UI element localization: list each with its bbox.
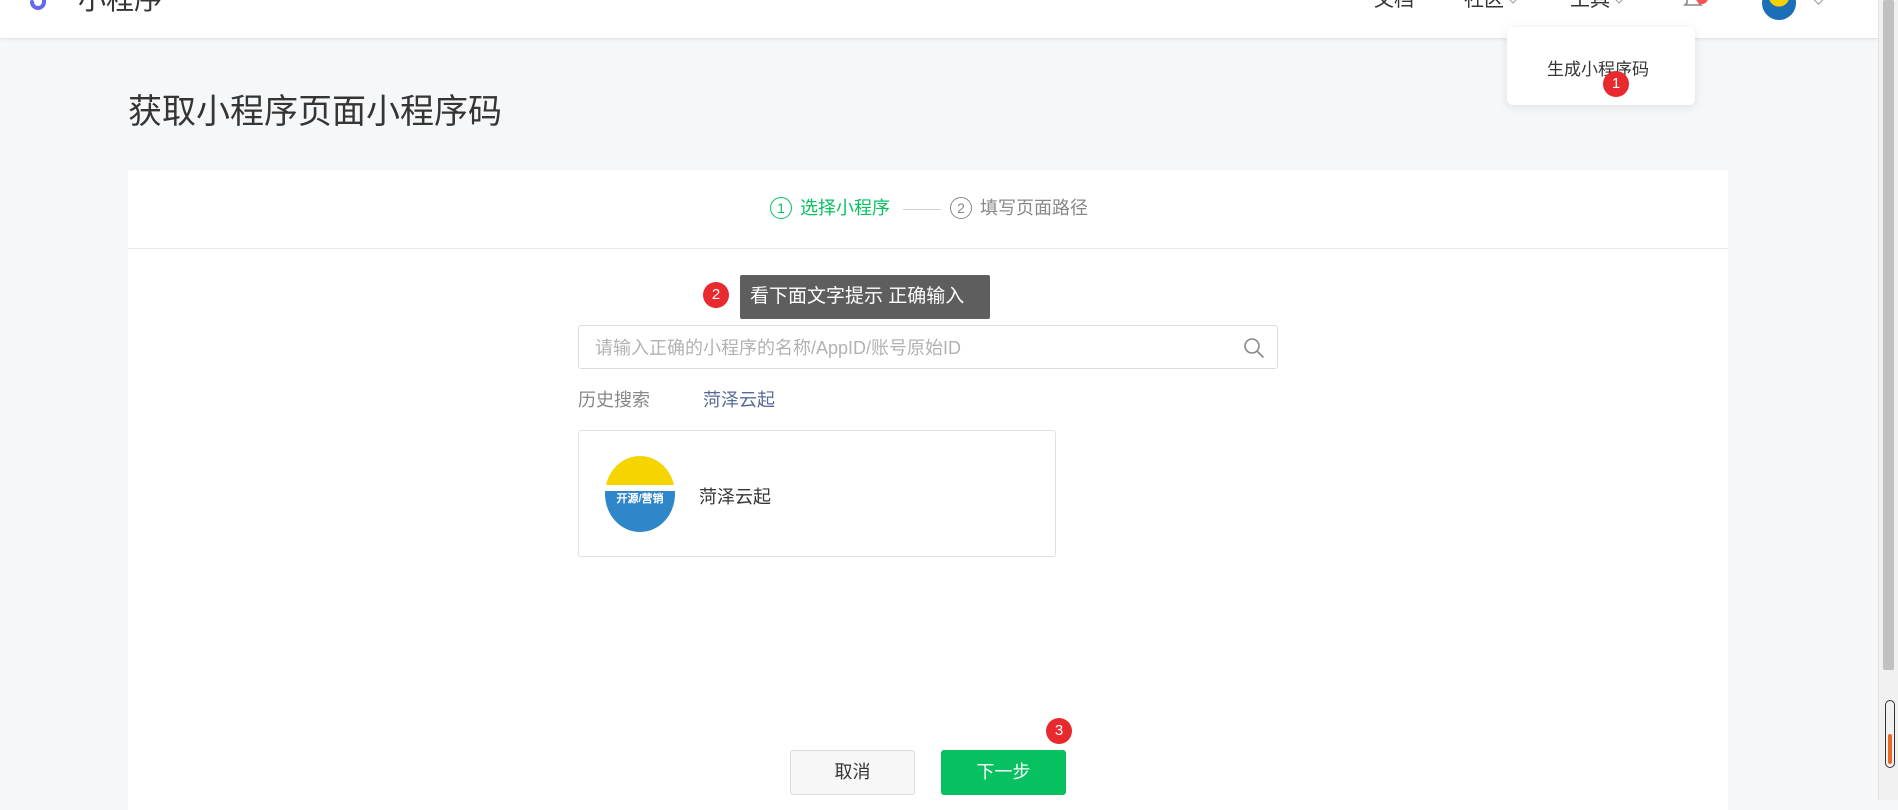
mini-scroll-fill xyxy=(1888,734,1892,764)
steps-indicator: 1 选择小程序 2 填写页面路径 xyxy=(128,170,1728,249)
page-scrollbar[interactable] xyxy=(1878,0,1898,800)
step-number: 2 xyxy=(950,197,972,219)
step-fill-page-path: 2 填写页面路径 xyxy=(950,196,1088,220)
nav-docs[interactable]: 文档 xyxy=(1374,0,1414,12)
menu-item-generate-qrcode[interactable]: 生成小程序码 xyxy=(1547,55,1649,80)
user-avatar[interactable] xyxy=(1762,0,1796,20)
chevron-down-icon xyxy=(1613,0,1625,4)
scrollbar-thumb[interactable] xyxy=(1883,0,1894,670)
chevron-down-icon[interactable] xyxy=(1812,0,1825,5)
search-box xyxy=(578,325,1278,369)
brand-title: 小程序 xyxy=(78,0,162,14)
nav-tools-label: 工具 xyxy=(1570,0,1610,11)
step-badge-3: 3 xyxy=(1046,718,1072,744)
nav-community[interactable]: 社区 xyxy=(1464,0,1519,12)
chevron-down-icon xyxy=(1507,0,1519,4)
step-badge-2: 2 xyxy=(703,282,729,308)
tools-dropdown-menu: 生成小程序码 xyxy=(1507,27,1695,105)
next-step-button[interactable]: 下一步 xyxy=(941,750,1066,795)
step-number: 1 xyxy=(770,197,792,219)
history-search-label: 历史搜索 xyxy=(578,390,650,410)
cancel-button[interactable]: 取消 xyxy=(790,750,915,795)
result-name: 菏泽云起 xyxy=(699,487,771,507)
step-label: 选择小程序 xyxy=(800,198,890,218)
step-select-miniprogram: 1 选择小程序 xyxy=(770,196,890,220)
page-title: 获取小程序页面小程序码 xyxy=(128,93,502,131)
miniprogram-logo-icon[interactable] xyxy=(26,0,54,14)
nav-tools[interactable]: 工具 xyxy=(1570,0,1625,12)
logo-lettering: 开源/营销 xyxy=(616,493,664,505)
nav-docs-label: 文档 xyxy=(1374,0,1414,11)
hint-tooltip: 看下面文字提示 正确输入 xyxy=(740,275,990,319)
search-result-card[interactable]: 开源/营销 菏泽云起 xyxy=(578,430,1056,557)
step-badge-1: 1 xyxy=(1603,71,1629,97)
miniprogram-avatar: 开源/营销 xyxy=(605,456,675,532)
step-label: 填写页面路径 xyxy=(980,198,1088,218)
search-input[interactable] xyxy=(593,334,1217,362)
step-divider xyxy=(903,209,941,210)
search-icon[interactable] xyxy=(1243,337,1265,359)
history-item-link[interactable]: 菏泽云起 xyxy=(703,386,775,412)
mini-scroll-indicator xyxy=(1885,700,1895,768)
nav-community-label: 社区 xyxy=(1464,0,1504,11)
